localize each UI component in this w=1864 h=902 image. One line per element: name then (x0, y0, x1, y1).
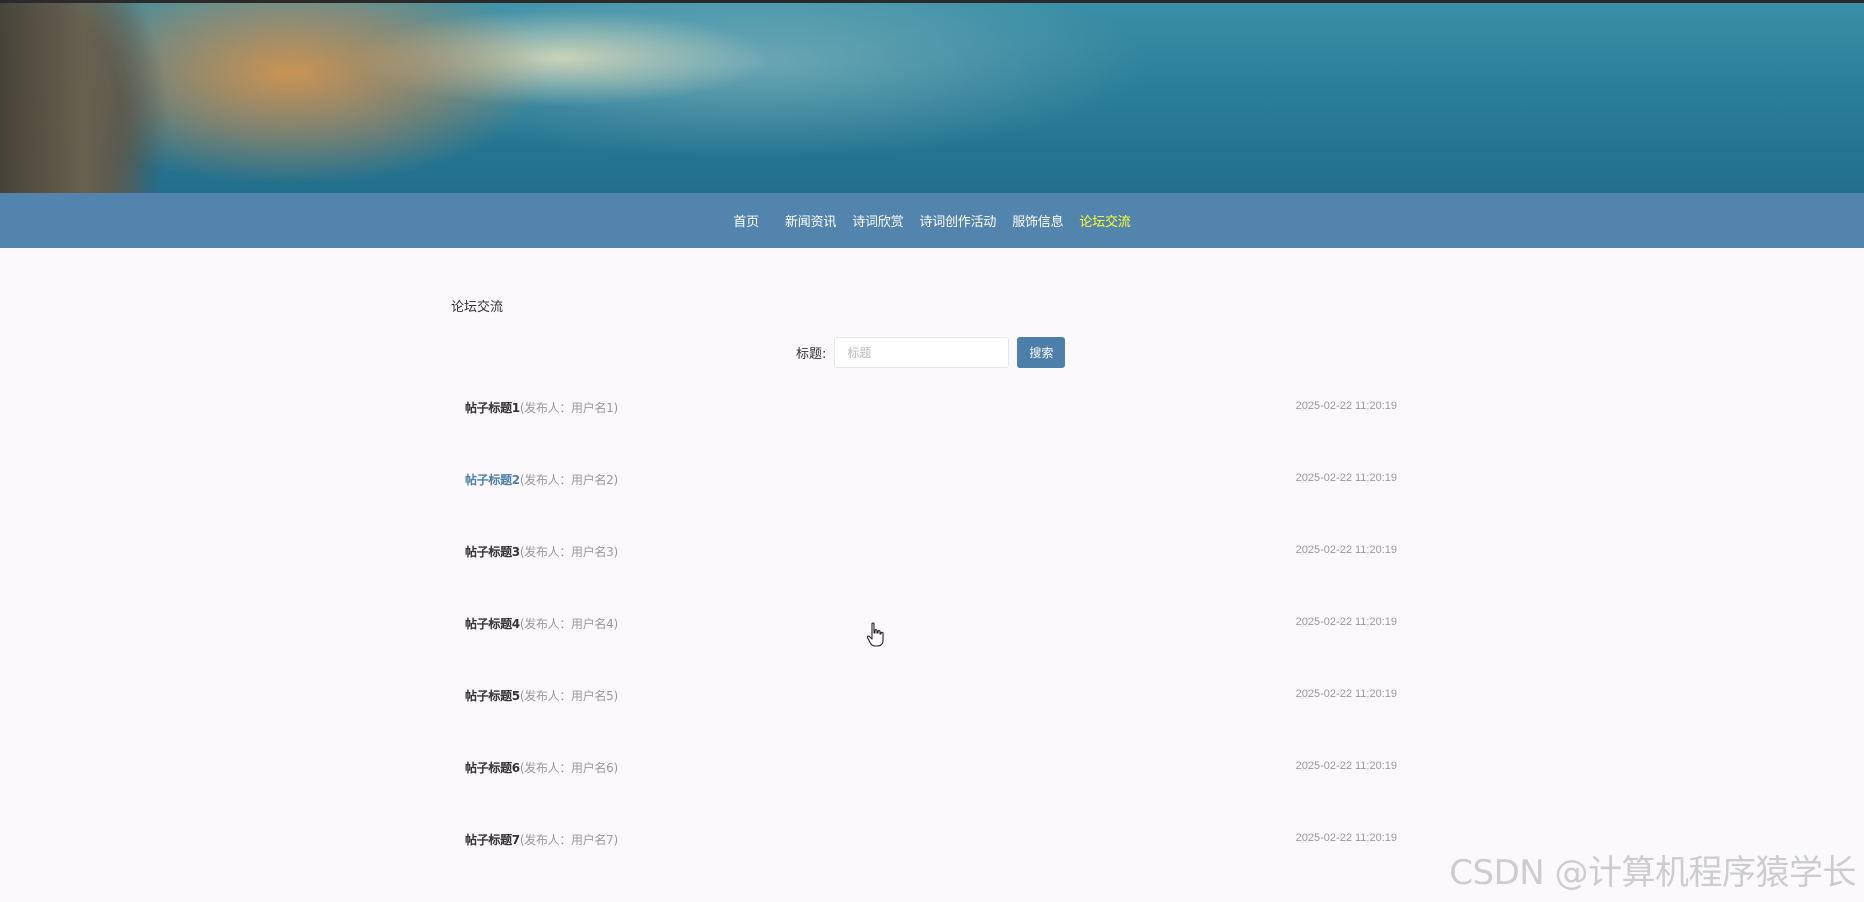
post-row-4[interactable]: 帖子标题4 (发布人：用户名4) 2025-02-22 11:20:19 (465, 615, 1397, 687)
post-row-1[interactable]: 帖子标题1 (发布人：用户名1) 2025-02-22 11:20:19 (465, 399, 1397, 471)
post-time: 2025-02-22 11:20:19 (1295, 400, 1397, 412)
post-title[interactable]: 帖子标题4 (465, 615, 520, 632)
post-title[interactable]: 帖子标题7 (465, 831, 520, 848)
search-button[interactable]: 搜索 (1017, 337, 1066, 368)
post-time: 2025-02-22 11:20:19 (1295, 472, 1397, 484)
hand-pointer-cursor-icon (866, 622, 884, 647)
page: 首页 新闻资讯 诗词欣赏 诗词创作活动 服饰信息 论坛交流 论坛交流 标题: 搜… (0, 0, 1864, 902)
post-author: (发布人：用户名2) (519, 473, 618, 487)
post-title[interactable]: 帖子标题5 (465, 687, 520, 704)
search-label: 标题: (796, 347, 827, 362)
post-author: (发布人：用户名1) (519, 401, 618, 415)
nav-list: 首页 新闻资讯 诗词欣赏 诗词创作活动 服饰信息 论坛交流 (0, 193, 1864, 248)
post-title[interactable]: 帖子标题3 (465, 543, 520, 560)
search-input[interactable] (834, 337, 1010, 368)
nav-item-poetry-appreciation[interactable]: 诗词欣赏 (844, 211, 911, 230)
post-author: (发布人：用户名6) (519, 761, 618, 775)
post-time: 2025-02-22 11:20:19 (1295, 760, 1397, 772)
post-title[interactable]: 帖子标题2 (465, 471, 520, 488)
nav-item-costume-info[interactable]: 服饰信息 (1004, 211, 1071, 230)
search-bar: 标题: 搜索 (796, 337, 1066, 368)
nav-item-poetry-activities[interactable]: 诗词创作活动 (911, 211, 1004, 230)
post-time: 2025-02-22 11:20:19 (1295, 544, 1397, 556)
post-time: 2025-02-22 11:20:19 (1295, 616, 1397, 628)
post-title[interactable]: 帖子标题1 (465, 399, 520, 416)
main-nav: 首页 新闻资讯 诗词欣赏 诗词创作活动 服饰信息 论坛交流 (0, 193, 1864, 248)
nav-item-forum[interactable]: 论坛交流 (1071, 211, 1138, 230)
post-list: 帖子标题1 (发布人：用户名1) 2025-02-22 11:20:19 帖子标题… (465, 399, 1397, 902)
post-row-7[interactable]: 帖子标题7 (发布人：用户名7) 2025-02-22 11:20:19 (465, 831, 1397, 902)
post-row-5[interactable]: 帖子标题5 (发布人：用户名5) 2025-02-22 11:20:19 (465, 687, 1397, 759)
post-row-3[interactable]: 帖子标题3 (发布人：用户名3) 2025-02-22 11:20:19 (465, 543, 1397, 615)
post-author: (发布人：用户名4) (519, 617, 618, 631)
post-author: (发布人：用户名3) (519, 545, 618, 559)
post-title[interactable]: 帖子标题6 (465, 759, 520, 776)
post-author: (发布人：用户名5) (519, 689, 618, 703)
watermark: CSDN @计算机程序猿学长 (1449, 853, 1856, 893)
post-time: 2025-02-22 11:20:19 (1295, 832, 1397, 844)
section-title: 论坛交流 (451, 300, 504, 315)
banner-rock-shape (0, 3, 150, 196)
post-row-6[interactable]: 帖子标题6 (发布人：用户名6) 2025-02-22 11:20:19 (465, 759, 1397, 831)
nav-item-news[interactable]: 新闻资讯 (777, 211, 844, 230)
header-banner-image (0, 0, 1864, 196)
post-author: (发布人：用户名7) (519, 833, 618, 847)
nav-item-home[interactable]: 首页 (725, 211, 777, 230)
post-row-2[interactable]: 帖子标题2 (发布人：用户名2) 2025-02-22 11:20:19 (465, 471, 1397, 543)
post-time: 2025-02-22 11:20:19 (1295, 688, 1397, 700)
